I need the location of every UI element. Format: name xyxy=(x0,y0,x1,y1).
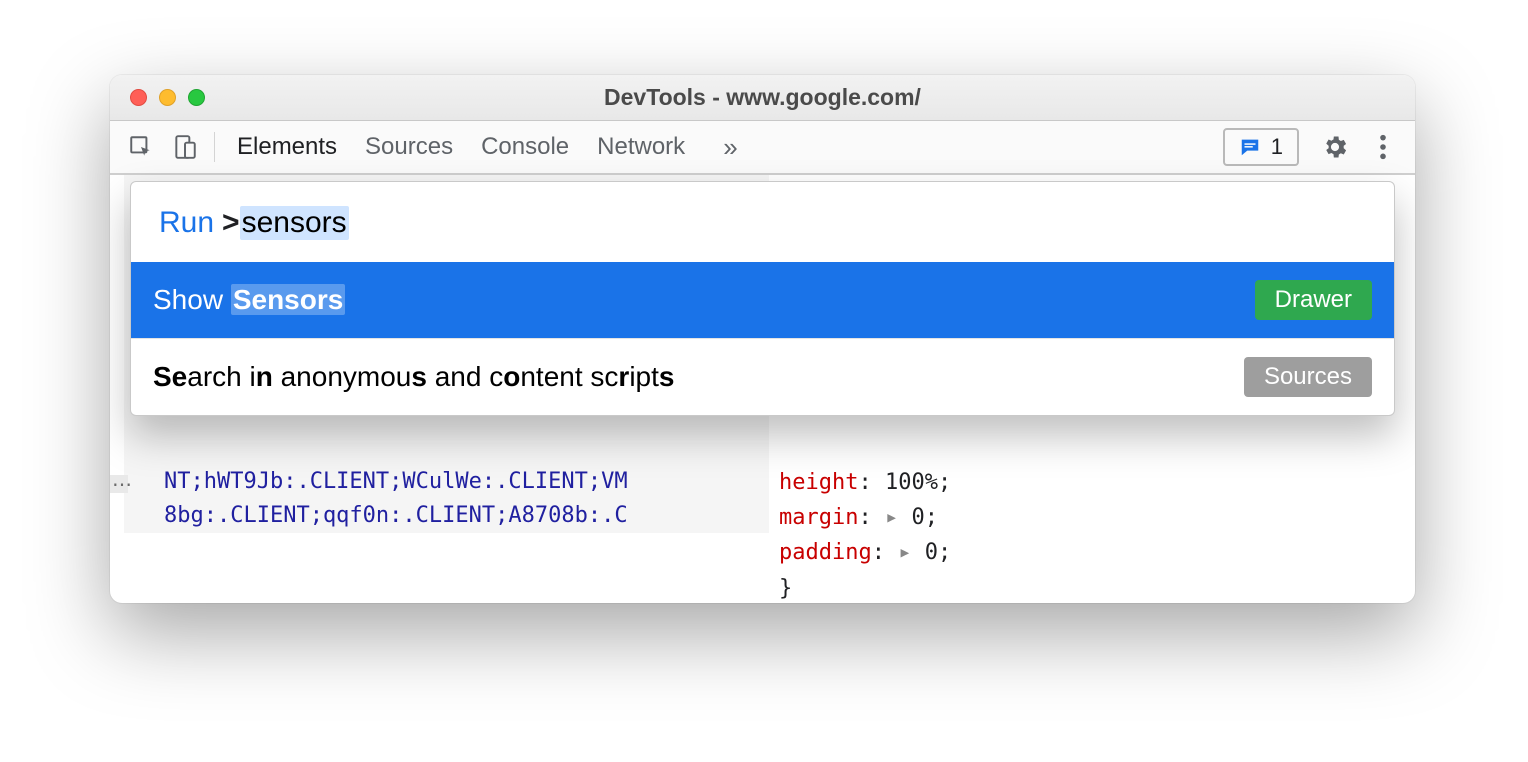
command-row-badge: Drawer xyxy=(1255,280,1372,320)
devtools-window: DevTools - www.google.com/ Elements Sour… xyxy=(110,75,1415,603)
run-label: Run xyxy=(159,206,222,240)
collapsed-sidebar-handle[interactable]: ⋯ xyxy=(110,475,128,493)
chat-icon xyxy=(1239,136,1261,158)
tab-network[interactable]: Network xyxy=(597,121,685,173)
minimize-window-button[interactable] xyxy=(159,89,176,106)
messages-chip[interactable]: 1 xyxy=(1223,128,1299,166)
settings-button[interactable] xyxy=(1313,127,1357,167)
panel-tabs: Elements Sources Console Network » xyxy=(227,121,738,173)
more-tabs-button[interactable]: » xyxy=(713,121,737,173)
titlebar: DevTools - www.google.com/ xyxy=(110,75,1415,121)
css-declaration[interactable]: margin: ▸ 0; xyxy=(779,500,1401,535)
command-row-text: Show Sensors xyxy=(153,284,345,316)
tab-sources[interactable]: Sources xyxy=(365,121,453,173)
tab-elements[interactable]: Elements xyxy=(237,121,337,173)
css-declaration[interactable]: padding: ▸ 0; xyxy=(779,535,1401,570)
toolbar-separator xyxy=(214,132,215,162)
main-toolbar: Elements Sources Console Network » 1 xyxy=(110,121,1415,175)
css-close-brace: } xyxy=(779,576,792,601)
device-toggle-icon[interactable] xyxy=(164,127,206,167)
inspect-element-icon[interactable] xyxy=(120,127,162,167)
command-row-text: Search in anonymous and content scripts xyxy=(153,361,674,393)
tab-console[interactable]: Console xyxy=(481,121,569,173)
messages-count: 1 xyxy=(1271,134,1283,160)
command-query: sensors xyxy=(240,206,349,240)
gear-icon xyxy=(1321,133,1349,161)
traffic-lights xyxy=(110,89,205,106)
command-row-badge: Sources xyxy=(1244,357,1372,397)
command-menu: Run > sensors Show Sensors Drawer Search i… xyxy=(130,181,1395,416)
command-input-row[interactable]: Run > sensors xyxy=(131,182,1394,262)
kebab-icon xyxy=(1379,133,1387,161)
window-title: DevTools - www.google.com/ xyxy=(110,84,1415,111)
css-declaration[interactable]: height: 100%; xyxy=(779,465,1401,500)
command-row[interactable]: Search in anonymous and content scripts S… xyxy=(131,338,1394,415)
command-row[interactable]: Show Sensors Drawer xyxy=(131,262,1394,338)
more-options-button[interactable] xyxy=(1371,127,1395,167)
zoom-window-button[interactable] xyxy=(188,89,205,106)
command-prefix: > xyxy=(222,206,240,240)
close-window-button[interactable] xyxy=(130,89,147,106)
